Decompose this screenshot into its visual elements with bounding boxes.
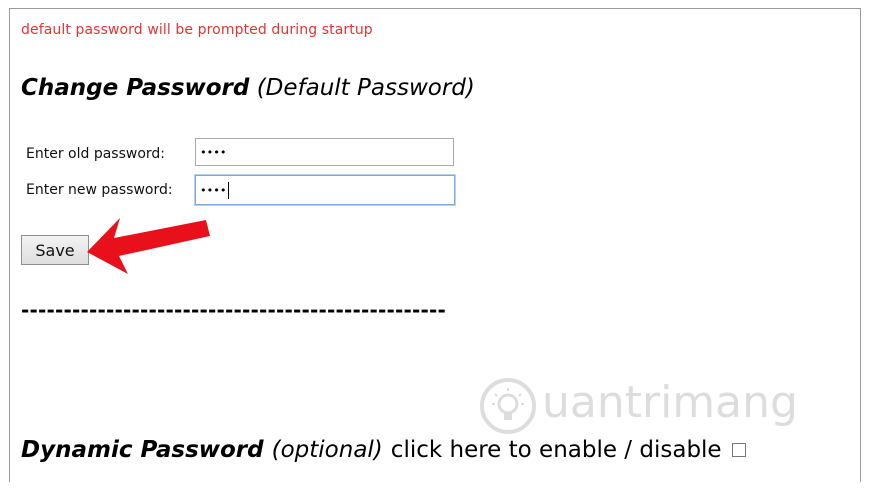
watermark: uantrimang bbox=[478, 366, 818, 446]
change-password-title: Change Password bbox=[21, 75, 250, 101]
save-button[interactable]: Save bbox=[21, 235, 89, 265]
section-divider: ----------------------------------------… bbox=[21, 298, 447, 322]
dynamic-password-row: Dynamic Password (optional) click here t… bbox=[21, 435, 746, 465]
dynamic-password-toggle-label[interactable]: click here to enable / disable bbox=[391, 435, 722, 465]
old-password-label: Enter old password: bbox=[26, 146, 166, 162]
new-password-input[interactable]: •••• bbox=[195, 175, 455, 205]
old-password-value: •••• bbox=[200, 145, 227, 159]
watermark-text: uantrimang bbox=[542, 376, 798, 428]
lightbulb-icon bbox=[480, 378, 536, 434]
change-password-heading: Change Password (Default Password) bbox=[21, 73, 475, 103]
old-password-input[interactable]: •••• bbox=[195, 138, 454, 166]
dynamic-password-title: Dynamic Password bbox=[21, 437, 264, 463]
red-arrow-icon bbox=[87, 218, 210, 274]
change-password-subtitle: (Default Password) bbox=[256, 75, 475, 101]
dynamic-password-checkbox[interactable] bbox=[731, 443, 746, 457]
dynamic-password-optional: (optional) bbox=[271, 437, 383, 463]
startup-notice: default password will be prompted during… bbox=[21, 22, 373, 38]
new-password-label: Enter new password: bbox=[26, 182, 173, 198]
new-password-value: •••• bbox=[200, 183, 227, 197]
text-caret bbox=[227, 181, 229, 199]
